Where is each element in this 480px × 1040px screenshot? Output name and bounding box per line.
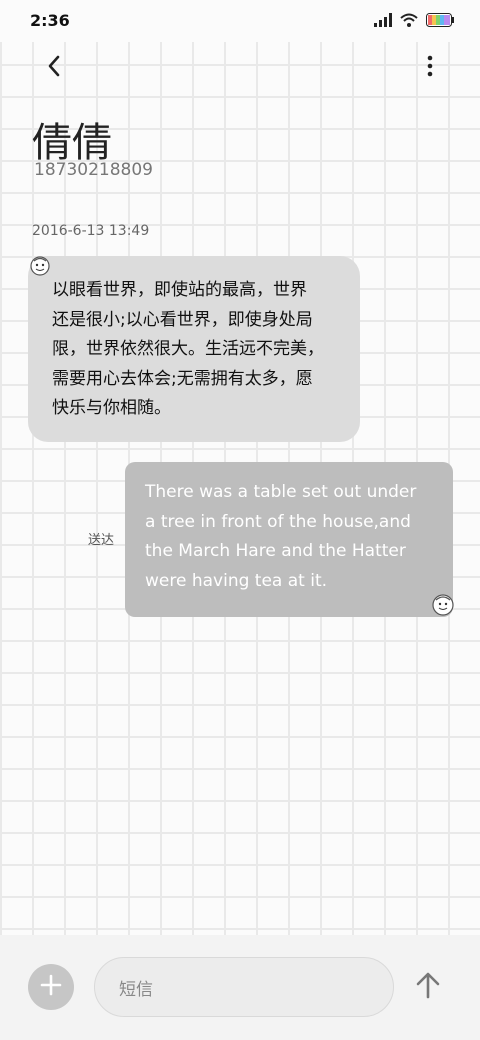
incoming-message-bubble[interactable]: 以眼看世界，即使站的最高，世界 还是很小;以心看世界，即使身处局 限，世界依然很…	[28, 256, 360, 442]
delivery-status: 送达	[88, 533, 115, 548]
outgoing-message-bubble[interactable]: There was a table set out under a tree i…	[125, 462, 453, 617]
message-line: 限，世界依然很大。生活远不完美，	[52, 339, 324, 359]
status-bar: 2:36	[0, 0, 480, 42]
message-line: There was a table set out under	[145, 482, 417, 502]
status-time: 2:36	[30, 11, 70, 30]
send-button[interactable]	[410, 969, 446, 1005]
message-line: 快乐与你相随。	[52, 398, 171, 418]
signal-icon	[374, 12, 392, 31]
message-line: 需要用心去体会;无需拥有太多，愿	[52, 368, 313, 389]
more-vertical-icon	[427, 55, 433, 81]
wifi-icon	[400, 12, 418, 31]
message-line: the March Hare and the Hatter	[145, 541, 406, 561]
more-options-button[interactable]	[418, 52, 442, 84]
message-timestamp: 2016-6-13 13:49	[32, 223, 150, 239]
contact-avatar-icon[interactable]	[30, 256, 50, 280]
chevron-left-icon	[46, 55, 62, 81]
message-input-placeholder: 短信	[119, 979, 153, 1000]
back-button[interactable]	[38, 52, 70, 84]
message-input[interactable]: 短信	[94, 957, 394, 1017]
message-line: were having tea at it.	[145, 570, 328, 591]
message-line: a tree in front of the house,and	[145, 511, 411, 532]
my-avatar-icon[interactable]	[432, 594, 454, 620]
message-line: 以眼看世界，即使站的最高，世界	[52, 280, 307, 300]
battery-icon	[426, 12, 454, 31]
add-attachment-button[interactable]	[28, 964, 74, 1010]
arrow-up-icon	[416, 971, 440, 1003]
status-icons	[374, 12, 454, 31]
contact-phone: 18730218809	[34, 160, 153, 180]
plus-icon	[40, 974, 62, 1000]
message-line: 还是很小;以心看世界，即使身处局	[52, 309, 313, 330]
